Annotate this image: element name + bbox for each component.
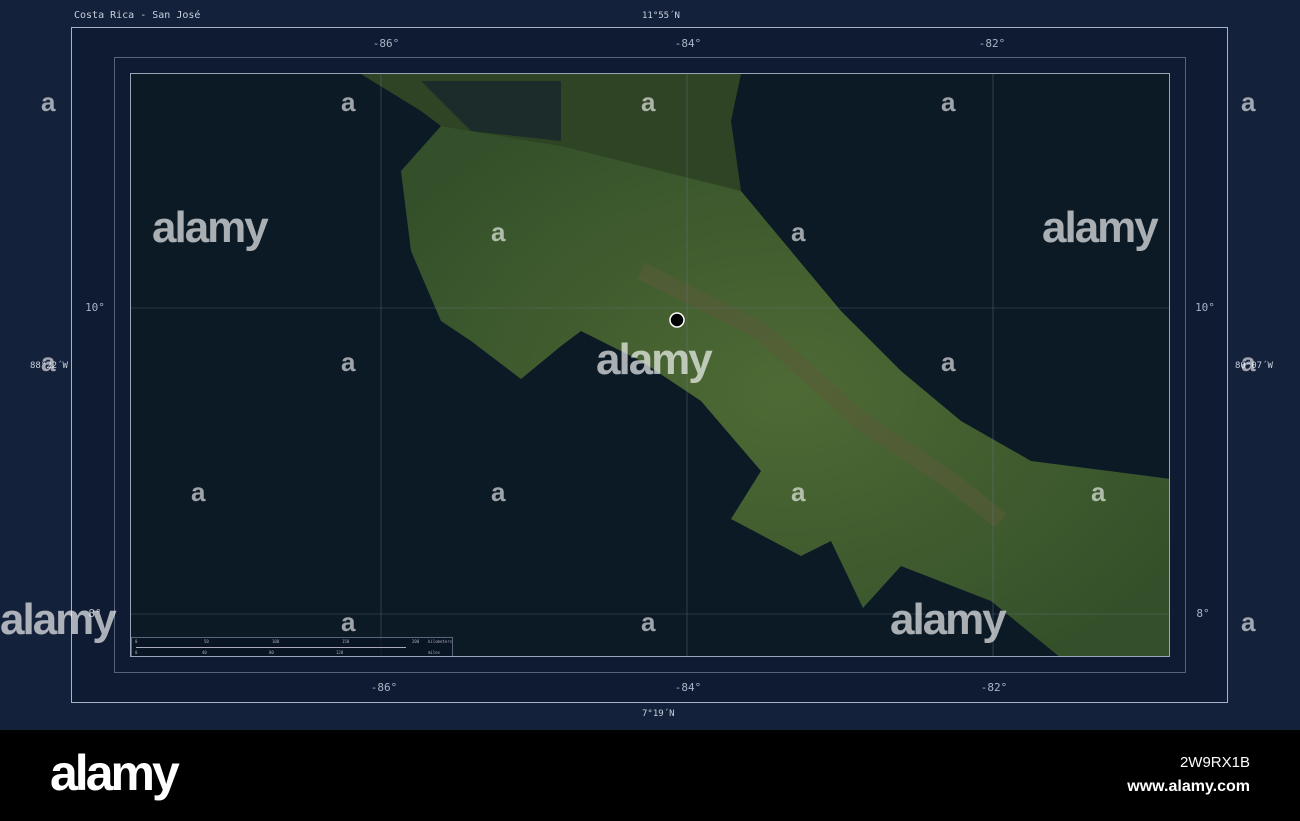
watermark-mark: a	[341, 607, 356, 637]
watermark-mark: a	[641, 87, 656, 117]
lon-tick-bottom: -86°	[370, 681, 398, 694]
watermark-mark: a	[941, 347, 956, 377]
image-id: 2W9RX1B	[1179, 754, 1250, 771]
scale-mi-40: 40	[202, 650, 207, 655]
lon-tick-top: -82°	[978, 37, 1006, 50]
watermark-mark: a	[491, 477, 506, 507]
lat-top-label: 11°55´N	[642, 11, 680, 21]
map-canvas: Costa Rica - San José 11°55´N 7°19´N 88°…	[0, 0, 1300, 730]
lat-tick-right: 8°	[1196, 607, 1210, 620]
scale-km-200: 200	[412, 639, 420, 644]
watermark: alamy	[152, 203, 269, 252]
map-title: Costa Rica - San José	[74, 10, 201, 21]
watermark-mark: a	[1241, 607, 1256, 637]
scale-mi-120: 120	[336, 650, 344, 655]
watermark: alamy	[0, 595, 117, 644]
scale-mi-0: 0	[135, 650, 138, 655]
watermark-mark: a	[41, 347, 56, 377]
scale-km-100: 100	[272, 639, 280, 644]
scale-km-50: 50	[204, 639, 209, 644]
watermark-mark: a	[791, 477, 806, 507]
scale-mi-80: 80	[269, 650, 274, 655]
lon-tick-bottom: -82°	[980, 681, 1008, 694]
san-jose-marker	[669, 312, 685, 328]
lat-tick-left: 10°	[85, 301, 105, 314]
scale-mi-unit: miles	[428, 650, 441, 655]
footer-bar: alamy 2W9RX1B www.alamy.com	[0, 730, 1300, 821]
watermark-mark: a	[1091, 477, 1106, 507]
scale-bar: 0 50 100 150 200 kilometers 0 40 80 120 …	[131, 637, 453, 656]
alamy-logo: alamy	[50, 745, 180, 801]
lon-tick-top: -84°	[674, 37, 702, 50]
watermark-mark: a	[1241, 87, 1256, 117]
watermark-mark: a	[641, 607, 656, 637]
watermark-mark: a	[791, 217, 806, 247]
lat-tick-right: 10°	[1195, 301, 1215, 314]
scale-km-unit: kilometers	[428, 639, 453, 644]
watermark-mark: a	[41, 87, 56, 117]
watermark-mark: a	[341, 87, 356, 117]
watermark: alamy	[596, 335, 713, 384]
lat-bottom-label: 7°19´N	[642, 709, 675, 719]
watermark-mark: a	[191, 477, 206, 507]
watermark: alamy	[890, 595, 1007, 644]
watermark: alamy	[1042, 203, 1159, 252]
lon-tick-bottom: -84°	[674, 681, 702, 694]
watermark-mark: a	[941, 87, 956, 117]
lon-tick-top: -86°	[372, 37, 400, 50]
scale-km-150: 150	[342, 639, 350, 644]
alamy-url[interactable]: www.alamy.com	[1127, 778, 1250, 796]
watermark-mark: a	[491, 217, 506, 247]
scale-km-0: 0	[135, 639, 138, 644]
watermark-mark: a	[341, 347, 356, 377]
watermark-mark: a	[1241, 347, 1256, 377]
